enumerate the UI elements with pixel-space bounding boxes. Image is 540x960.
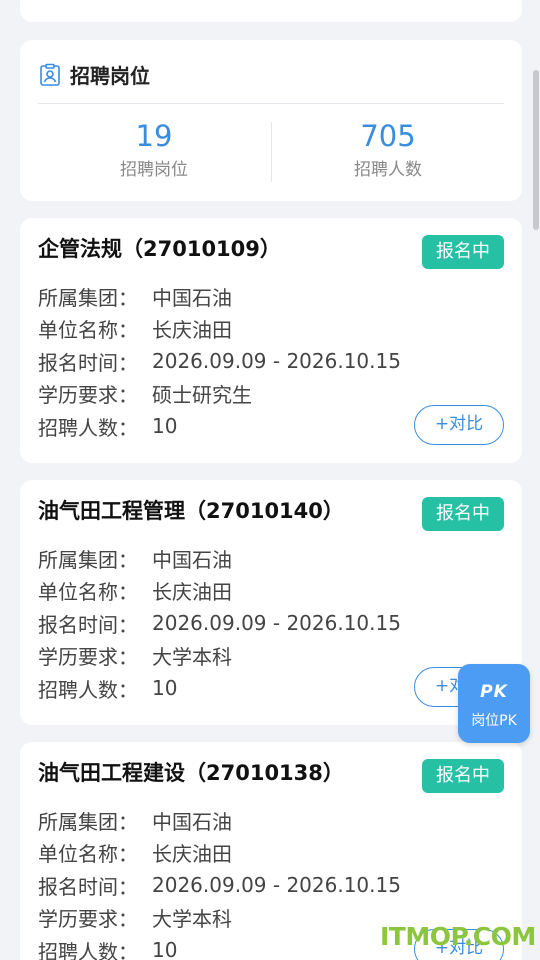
job-row-count: 招聘人数： 10	[38, 934, 401, 960]
count-value: 10	[152, 414, 178, 439]
time-label: 报名时间：	[38, 350, 138, 375]
job-row-time: 报名时间： 2026.09.09 - 2026.10.15	[38, 869, 401, 902]
compare-button[interactable]: +对比	[414, 405, 504, 445]
education-value: 大学本科	[152, 645, 232, 670]
count-label: 招聘人数：	[38, 415, 138, 440]
time-value: 2026.09.09 - 2026.10.15	[152, 873, 401, 898]
watermark-logo: ITMOP.COM	[380, 922, 536, 951]
stat-positions: 19 招聘岗位	[38, 118, 270, 186]
education-value: 硕士研究生	[152, 383, 252, 408]
status-badge: 报名中	[422, 235, 504, 269]
time-value: 2026.09.09 - 2026.10.15	[152, 349, 401, 374]
education-label: 学历要求：	[38, 907, 138, 932]
job-row-time: 报名时间： 2026.09.09 - 2026.10.15	[38, 345, 401, 378]
unit-value: 长庆油田	[152, 318, 232, 343]
pk-label: 岗位PK	[471, 713, 517, 729]
job-title: 企管法规（27010109）	[38, 237, 281, 261]
unit-label: 单位名称：	[38, 842, 138, 867]
count-value: 10	[152, 938, 178, 960]
job-row-group: 所属集团： 中国石油	[38, 804, 401, 837]
stat-headcount-value: 705	[360, 119, 416, 153]
education-value: 大学本科	[152, 907, 232, 932]
job-card[interactable]: 油气田工程管理（27010140） 报名中 所属集团： 中国石油 单位名称： 长庆油…	[20, 480, 522, 725]
unit-value: 长庆油田	[152, 580, 232, 605]
job-row-count: 招聘人数： 10	[38, 672, 401, 705]
job-details: 所属集团： 中国石油 单位名称： 长庆油田 报名时间： 2026.09.09 - 20…	[38, 804, 401, 960]
stat-positions-value: 19	[135, 119, 173, 153]
unit-value: 长庆油田	[152, 842, 232, 867]
job-row-education: 学历要求： 大学本科	[38, 902, 401, 935]
previous-card	[20, 0, 522, 22]
recruitment-summary-card: 招聘岗位 19 招聘岗位 705 招聘人数	[20, 40, 522, 201]
summary-divider	[38, 103, 504, 104]
count-value: 10	[152, 676, 178, 701]
count-label: 招聘人数：	[38, 677, 138, 702]
group-value: 中国石油	[152, 285, 232, 310]
job-row-education: 学历要求： 硕士研究生	[38, 378, 401, 411]
job-title: 油气田工程管理（27010140）	[38, 499, 344, 523]
group-value: 中国石油	[152, 547, 232, 572]
job-details: 所属集团： 中国石油 单位名称： 长庆油田 报名时间： 2026.09.09 - 20…	[38, 542, 401, 705]
time-value: 2026.09.09 - 2026.10.15	[152, 611, 401, 636]
job-row-count: 招聘人数： 10	[38, 410, 401, 443]
stat-headcount-label: 招聘人数	[354, 160, 422, 180]
job-row-unit: 单位名称： 长庆油田	[38, 837, 401, 870]
time-label: 报名时间：	[38, 874, 138, 899]
group-label: 所属集团：	[38, 547, 138, 572]
job-row-group: 所属集团： 中国石油	[38, 542, 401, 575]
summary-header: 招聘岗位	[38, 60, 150, 89]
count-label: 招聘人数：	[38, 939, 138, 960]
clipboard-person-icon	[40, 63, 60, 86]
status-badge: 报名中	[422, 759, 504, 793]
unit-label: 单位名称：	[38, 318, 138, 343]
status-badge: 报名中	[422, 497, 504, 531]
job-row-unit: 单位名称： 长庆油田	[38, 313, 401, 346]
group-label: 所属集团：	[38, 809, 138, 834]
pk-icon: PK	[480, 682, 508, 702]
position-pk-button[interactable]: PK 岗位PK	[458, 664, 530, 743]
group-value: 中国石油	[152, 809, 232, 834]
education-label: 学历要求：	[38, 645, 138, 670]
job-row-education: 学历要求： 大学本科	[38, 640, 401, 673]
time-label: 报名时间：	[38, 612, 138, 637]
job-row-group: 所属集团： 中国石油	[38, 280, 401, 313]
summary-title: 招聘岗位	[70, 64, 150, 88]
education-label: 学历要求：	[38, 383, 138, 408]
unit-label: 单位名称：	[38, 580, 138, 605]
job-title: 油气田工程建设（27010138）	[38, 761, 344, 785]
group-label: 所属集团：	[38, 285, 138, 310]
job-details: 所属集团： 中国石油 单位名称： 长庆油田 报名时间： 2026.09.09 - 20…	[38, 280, 401, 443]
stat-positions-label: 招聘岗位	[120, 160, 188, 180]
stat-headcount: 705 招聘人数	[272, 118, 504, 186]
job-row-time: 报名时间： 2026.09.09 - 2026.10.15	[38, 607, 401, 640]
job-row-unit: 单位名称： 长庆油田	[38, 575, 401, 608]
job-card[interactable]: 企管法规（27010109） 报名中 所属集团： 中国石油 单位名称： 长庆油田 报…	[20, 218, 522, 463]
scrollbar[interactable]	[533, 70, 539, 230]
